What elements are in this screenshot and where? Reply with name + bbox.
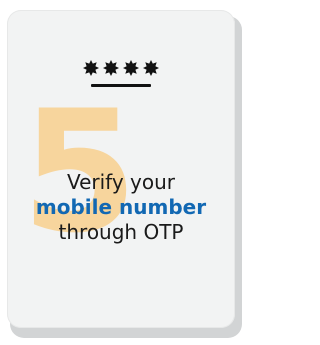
description-line-1: Verify your (66, 170, 176, 194)
step-description: Verify your mobile number through OTP (7, 170, 235, 245)
description-line-3: through OTP (58, 220, 184, 244)
star-icon (143, 60, 159, 76)
description-highlight: mobile number (35, 195, 207, 219)
step-card: 5 Verify your mobile number through OTP (7, 10, 235, 328)
